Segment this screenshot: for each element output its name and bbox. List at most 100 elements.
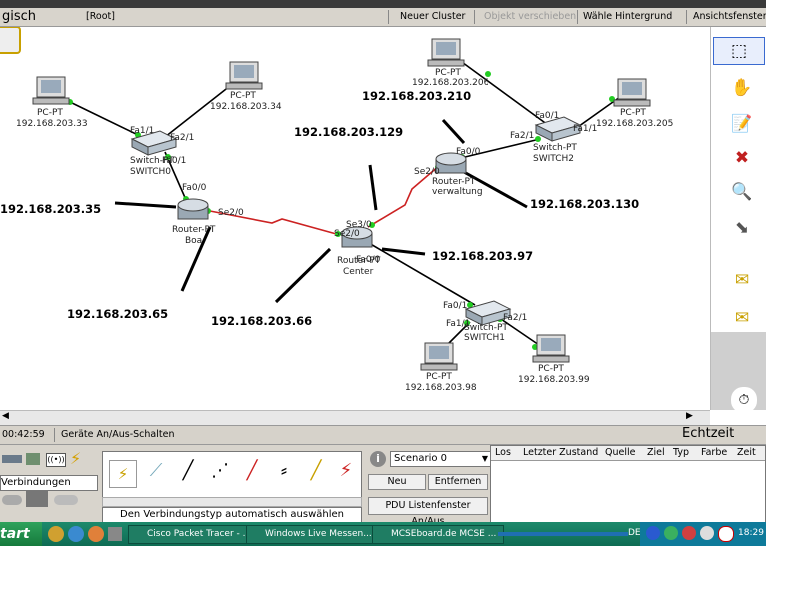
coaxial-cable-icon[interactable]: ╱ <box>303 460 329 486</box>
pc1-icon[interactable] <box>32 76 70 105</box>
port-label: Fa1/1 <box>130 126 155 136</box>
firefox-icon[interactable] <box>88 526 104 542</box>
tray-messenger-icon[interactable] <box>664 526 678 540</box>
note-tool-icon[interactable]: 📝 <box>729 111 755 137</box>
view-window-button[interactable]: Ansichtsfenster <box>693 11 766 22</box>
power-cycle-button[interactable]: Geräte An/Aus-Schalten <box>61 429 174 440</box>
wan-emulation-category-icon[interactable] <box>54 495 78 505</box>
annotation-ip-97: 192.168.203.97 <box>432 249 534 263</box>
address-bar-strip <box>498 532 628 536</box>
pc3-icon[interactable] <box>427 38 465 67</box>
pc2-icon[interactable] <box>225 61 263 90</box>
taskbar-item-packet-tracer[interactable]: Cisco Packet Tracer - ... <box>128 525 258 544</box>
new-cluster-button[interactable]: Neuer Cluster <box>400 11 465 22</box>
pc3-ip: 192.168.203.206 <box>412 78 488 88</box>
pc5-type: PC-PT <box>426 372 452 382</box>
pc5-ip: 192.168.203.98 <box>405 383 477 393</box>
annotation-ip-65: 192.168.203.65 <box>67 307 169 321</box>
pc6-ip: 192.168.203.99 <box>518 375 590 385</box>
port-label: Se2/0 <box>218 208 244 218</box>
port-label: Se2/0 <box>334 229 360 239</box>
router-boa-icon[interactable] <box>177 198 209 220</box>
inspect-tool-icon[interactable]: 🔍 <box>729 179 755 205</box>
move-object-button[interactable]: Objekt verschieben <box>484 11 576 22</box>
straight-cable-icon[interactable]: ╱ <box>175 460 201 486</box>
realtime-clock-icon[interactable]: ⏱ <box>731 387 757 413</box>
taskbar-clock: 18:29 <box>738 528 764 538</box>
info-icon[interactable]: i <box>370 451 386 467</box>
delete-scenario-button[interactable]: Entfernen <box>428 474 488 490</box>
port-label: Fa0/0 <box>356 255 381 265</box>
console-cable-icon[interactable]: ⟋ <box>143 460 169 486</box>
tray-network-icon[interactable] <box>646 526 660 540</box>
col-header[interactable]: Los <box>495 447 511 458</box>
root-button[interactable]: [Root] <box>86 11 115 22</box>
scenario-value: Scenario 0 <box>394 453 448 464</box>
serial-dce-cable-icon[interactable]: ⚡ <box>335 460 357 486</box>
auto-connection-icon[interactable]: ⚡ <box>109 460 137 488</box>
annotation-ip-66: 192.168.203.66 <box>211 314 313 328</box>
horizontal-scrollbar[interactable]: ◀ ▶ <box>0 410 710 425</box>
new-scenario-button[interactable]: Neu <box>368 474 426 490</box>
scenario-select[interactable]: Scenario 0 ▼ <box>390 451 491 467</box>
hand-tool-icon[interactable]: ✋ <box>729 75 755 101</box>
col-header[interactable]: Ziel <box>647 447 665 458</box>
choose-background-button[interactable]: Wähle Hintergrund <box>583 11 672 22</box>
connection-type-list: ⚡ ⟋ ╱ ⋰ ╱ ⸗ ╱ ⚡ <box>102 451 362 499</box>
pc5-icon[interactable] <box>420 342 458 371</box>
pc4-ip: 192.168.203.205 <box>596 119 674 129</box>
tray-security-icon[interactable] <box>682 526 696 540</box>
scroll-left-icon[interactable]: ◀ <box>2 411 9 421</box>
connection-list-scrollbar[interactable] <box>102 497 362 507</box>
col-header[interactable]: Quelle <box>605 447 635 458</box>
taskbar-item-mcseboard[interactable]: MCSEboard.de MCSE ... <box>372 525 504 544</box>
port-label: Se2/0 <box>414 167 440 177</box>
taskbar-item-messenger[interactable]: Windows Live Messen... <box>246 525 378 544</box>
port-label: Fa1/1 <box>573 124 598 134</box>
switches-category-icon[interactable] <box>2 455 22 463</box>
start-button[interactable]: tart <box>0 522 42 546</box>
simple-pdu-icon[interactable]: ✉ <box>729 267 755 293</box>
separator <box>577 10 578 24</box>
delete-tool-icon[interactable]: ✖ <box>729 145 755 171</box>
router-verw-type: Router-PT <box>432 177 476 187</box>
browser-icon[interactable] <box>68 526 84 542</box>
port-label: Fa0/1 <box>443 301 468 311</box>
col-header[interactable]: Zeit <box>737 447 756 458</box>
resize-tool-icon[interactable]: ⬊ <box>729 215 755 241</box>
cluster-corner-icon[interactable] <box>0 27 21 54</box>
hubs-category-icon[interactable] <box>26 453 40 465</box>
crossover-cable-icon[interactable]: ⋰ <box>207 460 233 486</box>
custom-devices-category-icon[interactable] <box>26 491 48 507</box>
separator <box>388 10 389 24</box>
workspace-menubar: gisch [Root] Neuer Cluster Objekt versch… <box>0 8 766 27</box>
pc4-type: PC-PT <box>620 108 646 118</box>
wireless-category-icon[interactable]: ((•)) <box>46 453 66 467</box>
connections-category-icon[interactable]: ⚡ <box>70 449 81 468</box>
pc3-type: PC-PT <box>435 68 461 78</box>
sim-time: 00:42:59 <box>2 429 45 440</box>
system-tray: DE 18:29 <box>628 522 766 546</box>
scroll-right-icon[interactable]: ▶ <box>686 411 693 421</box>
col-header[interactable]: Typ <box>673 447 689 458</box>
pc6-icon[interactable] <box>532 334 570 363</box>
pc6-type: PC-PT <box>538 364 564 374</box>
network-workspace[interactable]: PC-PT 192.168.203.33 PC-PT 192.168.203.3… <box>0 27 710 410</box>
language-indicator[interactable]: DE <box>628 528 641 538</box>
pc4-icon[interactable] <box>613 78 651 107</box>
fiber-cable-icon[interactable]: ╱ <box>239 460 265 486</box>
tray-volume-icon[interactable] <box>700 526 714 540</box>
complex-pdu-icon[interactable]: ✉ <box>729 305 755 331</box>
quicklaunch-icon[interactable] <box>48 526 64 542</box>
tray-acrobat-icon[interactable] <box>718 526 734 542</box>
annotation-ip-129: 192.168.203.129 <box>294 125 404 139</box>
phone-cable-icon[interactable]: ⸗ <box>271 460 297 486</box>
end-devices-category-icon[interactable] <box>2 495 22 505</box>
col-header[interactable]: Letzter Zustand <box>523 447 598 458</box>
realtime-mode-label[interactable]: Echtzeit <box>682 426 734 441</box>
pdu-list-toggle-button[interactable]: PDU Listenfenster An/Aus <box>368 497 488 527</box>
logical-tab[interactable]: gisch <box>2 9 36 24</box>
col-header[interactable]: Farbe <box>701 447 727 458</box>
desktop-icon[interactable] <box>108 527 122 541</box>
select-tool-icon[interactable]: ⬚ <box>713 37 765 65</box>
